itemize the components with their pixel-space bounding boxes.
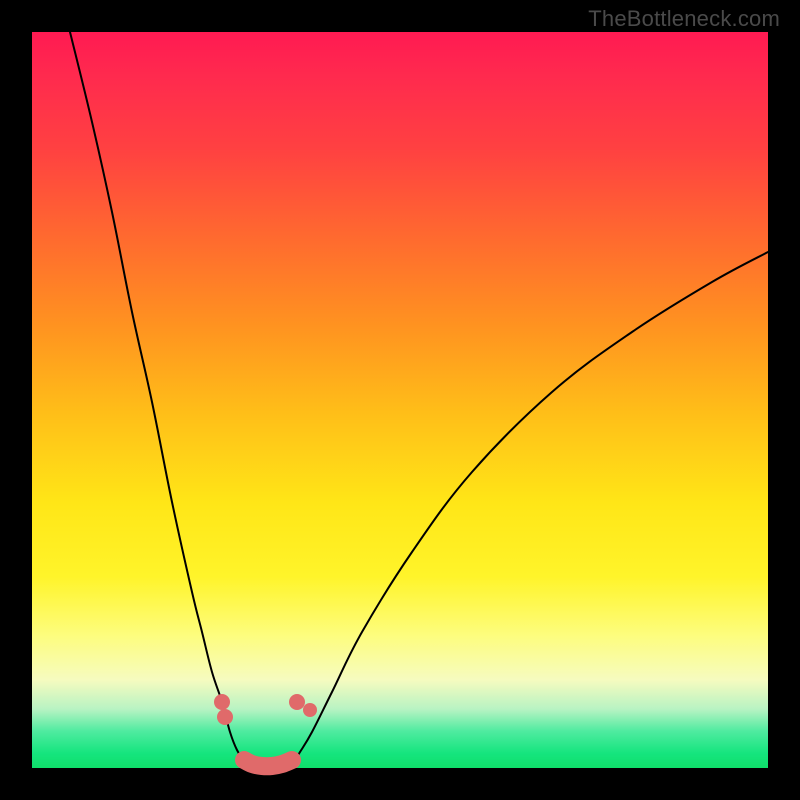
right-branch-path bbox=[292, 252, 768, 764]
trough-marker-path bbox=[244, 760, 292, 766]
watermark-text: TheBottleneck.com bbox=[588, 6, 780, 32]
marker-dot bbox=[289, 694, 305, 710]
plot-area bbox=[32, 32, 768, 768]
marker-dot bbox=[214, 694, 230, 710]
chart-svg bbox=[32, 32, 768, 768]
left-branch-path bbox=[70, 32, 252, 764]
marker-dot bbox=[217, 709, 233, 725]
chart-frame: TheBottleneck.com bbox=[0, 0, 800, 800]
marker-dots bbox=[214, 694, 317, 725]
marker-dot bbox=[303, 703, 317, 717]
